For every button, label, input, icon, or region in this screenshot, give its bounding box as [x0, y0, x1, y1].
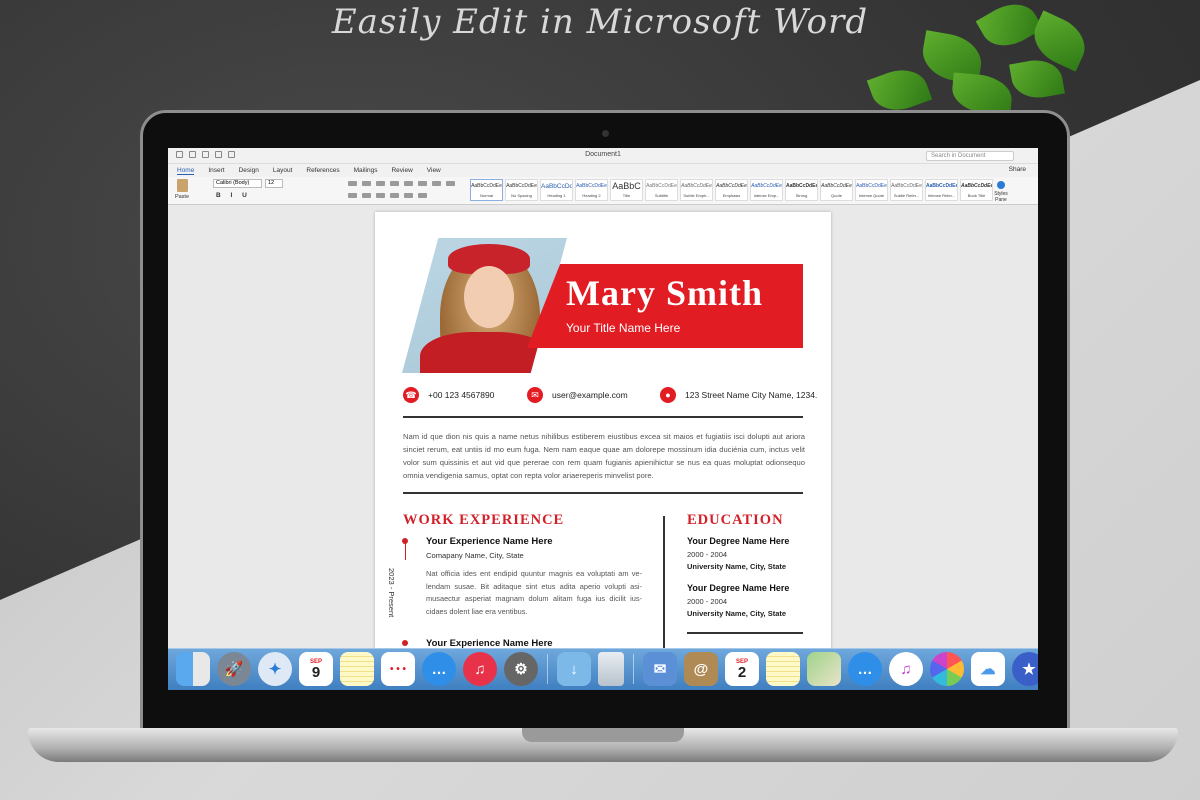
style-intense-reference[interactable]: AaBbCcDdEe Intense Refer...	[925, 179, 958, 201]
safari-icon[interactable]: ✦	[258, 652, 292, 686]
styles-gallery: AaBbCcDdEe Normal AaBbCcDdEe No Spacing Aa…	[470, 179, 993, 201]
style-subtitle[interactable]: AaBbCcDdEe Subtitle	[645, 179, 678, 201]
paste-button[interactable]: Paste	[173, 179, 191, 203]
screen: Document1 Search in Document Home Insert…	[168, 148, 1038, 690]
font-name-select[interactable]: Calibri (Body)	[213, 179, 262, 188]
photos-icon[interactable]	[930, 652, 964, 686]
ribbon-tabs: Home Insert Design Layout References Mai…	[168, 164, 1038, 177]
downloads-folder-icon[interactable]: ↓	[557, 652, 591, 686]
style-intense-quote[interactable]: AaBbCcDdEe Intense Quote	[855, 179, 888, 201]
mac-dock: 🚀 ✦ SEP 9 • • • … ♫ ⚙ ↓ ✉ @ SEP 2 … ♫ ☁ …	[168, 648, 1038, 690]
calendar-icon[interactable]: SEP 9	[299, 652, 333, 686]
resume-title: Your Title Name Here	[566, 321, 681, 335]
tab-mailings[interactable]: Mailings	[354, 167, 378, 174]
style-subtle-reference[interactable]: AaBbCcDdEe Subtle Refer...	[890, 179, 923, 201]
tab-view[interactable]: View	[427, 167, 441, 174]
reminders-icon[interactable]: • • •	[381, 652, 415, 686]
style-intense-emphasis[interactable]: AaBbCcDdEe Intense Emp...	[750, 179, 783, 201]
education-heading: EDUCATION	[687, 512, 784, 528]
tab-home[interactable]: Home	[177, 167, 195, 175]
style-quote[interactable]: AaBbCcDdEe Quote	[820, 179, 853, 201]
tab-references[interactable]: References	[306, 167, 339, 174]
tab-review[interactable]: Review	[391, 167, 412, 174]
education-school: University Name, City, State	[687, 609, 787, 618]
music-icon[interactable]: ♫	[463, 652, 497, 686]
timeline-dot	[402, 640, 408, 646]
system-preferences-icon[interactable]: ⚙	[504, 652, 538, 686]
experience-title: Your Experience Name Here	[426, 536, 553, 547]
contact-address: ● 123 Street Name City Name, 1234.	[660, 387, 817, 403]
dock-separator	[633, 654, 634, 684]
style-book-title[interactable]: AaBbCcDdEe Book Title	[960, 179, 993, 201]
paragraph-tools[interactable]	[348, 181, 455, 187]
contact-email: ✉ user@example.com	[527, 387, 628, 403]
tab-layout[interactable]: Layout	[273, 167, 293, 174]
tab-design[interactable]: Design	[239, 167, 259, 174]
styles-pane-icon	[997, 181, 1005, 189]
camera-icon	[602, 130, 609, 137]
styles-pane-button[interactable]: Styles Pane	[990, 181, 1012, 203]
summary-paragraph: Nam id que dion nis quis a name netus ni…	[403, 432, 805, 480]
plant-decoration	[862, 0, 1102, 125]
style-emphasis[interactable]: AaBbCcDdEe Emphasis	[715, 179, 748, 201]
location-icon: ●	[660, 387, 676, 403]
phone-icon: ☎	[403, 387, 419, 403]
launchpad-icon[interactable]: 🚀	[217, 652, 251, 686]
work-experience-heading: WORK EXPERIENCE	[403, 512, 565, 528]
trash-icon[interactable]	[598, 652, 624, 686]
clipboard-icon	[176, 179, 188, 192]
tab-insert[interactable]: Insert	[208, 167, 224, 174]
word-titlebar: Document1 Search in Document	[168, 148, 1038, 164]
style-heading-1[interactable]: AaBbCcDd Heading 1	[540, 179, 573, 201]
education-degree: Your Degree Name Here	[687, 583, 790, 593]
itunes-icon[interactable]: ♫	[889, 652, 923, 686]
notes-icon[interactable]	[766, 652, 800, 686]
finder-icon[interactable]	[176, 652, 210, 686]
divider	[403, 492, 803, 494]
laptop-notch	[522, 728, 684, 742]
notes-icon[interactable]	[340, 652, 374, 686]
messages-icon[interactable]: …	[422, 652, 456, 686]
education-degree: Your Degree Name Here	[687, 536, 790, 546]
style-normal[interactable]: AaBbCcDdEe Normal	[470, 179, 503, 201]
style-subtle-emphasis[interactable]: AaBbCcDdEe Subtle Emph...	[680, 179, 713, 201]
experience-description: Nat officia ides ent endipid quuntur mag…	[426, 569, 642, 617]
divider	[403, 416, 803, 418]
dock-separator	[547, 654, 548, 684]
alignment-tools[interactable]	[348, 193, 427, 199]
profile-photo	[402, 238, 567, 373]
experience-date: 2023 - Present	[387, 568, 396, 618]
resume-name: Mary Smith	[566, 273, 763, 313]
messages-icon[interactable]: …	[848, 652, 882, 686]
document-title: Document1	[585, 151, 621, 158]
icloud-icon[interactable]: ☁	[971, 652, 1005, 686]
mail-icon[interactable]: ✉	[643, 652, 677, 686]
font-size-select[interactable]: 12	[265, 179, 283, 188]
format-buttons[interactable]: B I U	[216, 192, 251, 199]
maps-icon[interactable]	[807, 652, 841, 686]
email-icon: ✉	[527, 387, 543, 403]
share-button[interactable]: Share	[1009, 166, 1026, 173]
style-title[interactable]: AaBbC Title	[610, 179, 643, 201]
imovie-icon[interactable]: ★	[1012, 652, 1038, 686]
search-input[interactable]: Search in Document	[926, 151, 1014, 161]
timeline-line	[404, 542, 406, 560]
contacts-icon[interactable]: @	[684, 652, 718, 686]
ribbon-home: Paste Calibri (Body) 12 B I U AaBbCcDdEe…	[168, 177, 1038, 205]
education-years: 2000 - 2004	[687, 597, 728, 606]
experience-company: Comapany Name, City, State	[426, 551, 524, 560]
style-no-spacing[interactable]: AaBbCcDdEe No Spacing	[505, 179, 538, 201]
style-heading-2[interactable]: AaBbCcDdEe Heading 2	[575, 179, 608, 201]
education-years: 2000 - 2004	[687, 550, 728, 559]
divider	[687, 632, 803, 634]
education-school: University Name, City, State	[687, 562, 787, 571]
calendar-icon[interactable]: SEP 2	[725, 652, 759, 686]
style-strong[interactable]: AaBbCcDdEe Strong	[785, 179, 818, 201]
document-page[interactable]: Mary Smith Your Title Name Here ☎ +00 12…	[375, 212, 831, 690]
contact-phone: ☎ +00 123 4567890	[403, 387, 494, 403]
